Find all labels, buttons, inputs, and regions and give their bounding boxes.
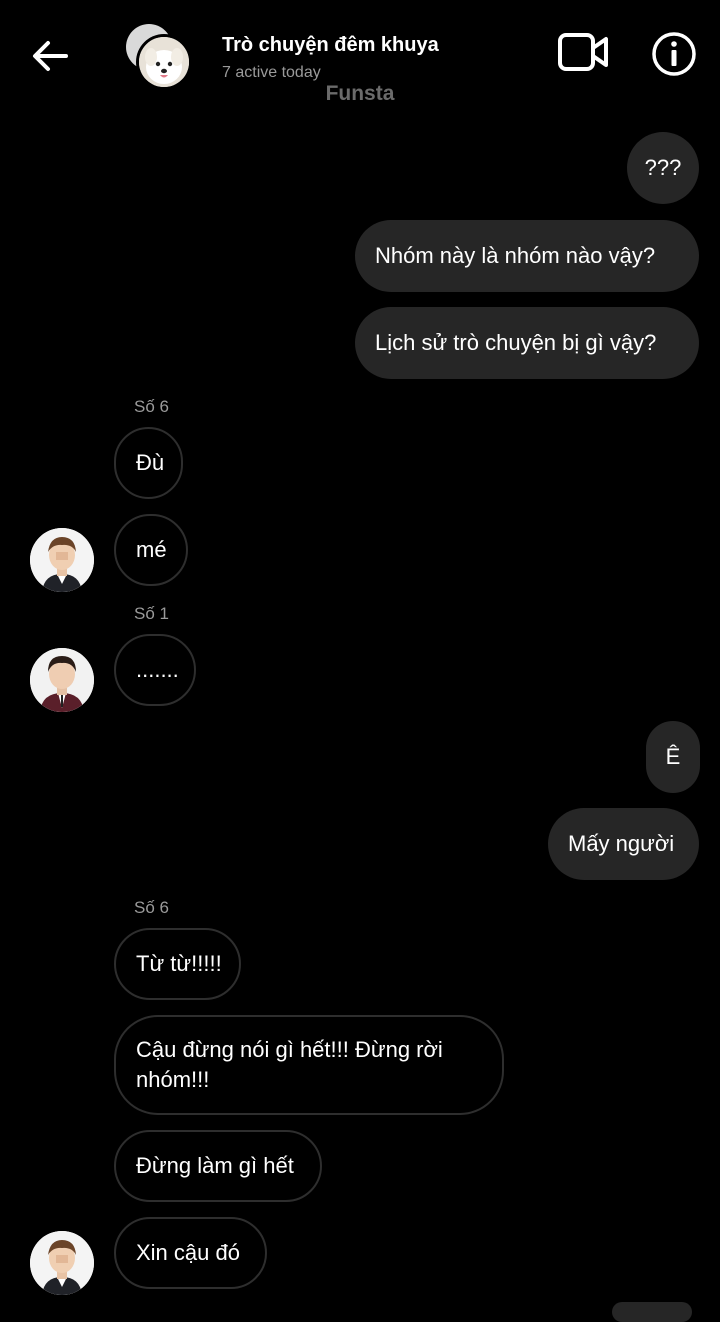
avatar[interactable] — [30, 1231, 94, 1295]
app-watermark: Funsta — [325, 82, 395, 105]
dog-avatar-image — [139, 37, 189, 87]
arrow-left-icon — [33, 41, 68, 71]
info-button[interactable] — [650, 30, 698, 78]
video-call-button[interactable] — [556, 30, 612, 76]
chat-header: Trò chuyện đêm khuya 7 active today Funs… — [0, 0, 720, 110]
sender-name: Số 6 — [134, 898, 169, 917]
person-avatar-image — [30, 648, 94, 712]
video-camera-icon — [558, 33, 608, 71]
message-incoming[interactable]: Xin cậu đó — [114, 1217, 267, 1289]
avatar[interactable] — [30, 528, 94, 592]
back-button[interactable] — [28, 34, 72, 78]
chat-title[interactable]: Trò chuyện đêm khuya — [222, 34, 439, 57]
message-incoming[interactable]: ....... — [114, 634, 196, 706]
message-outgoing[interactable]: ??? — [627, 132, 699, 204]
message-outgoing[interactable]: Ê — [646, 721, 700, 793]
sender-name: Số 1 — [134, 604, 169, 623]
person-avatar-image — [30, 528, 94, 592]
active-status: 7 active today — [222, 64, 321, 81]
message-incoming[interactable]: Đù — [114, 427, 183, 499]
message-outgoing[interactable]: Mấy người — [548, 808, 699, 880]
message-incoming[interactable]: Đừng làm gì hết — [114, 1130, 322, 1202]
message-incoming[interactable]: mé — [114, 514, 188, 586]
message-outgoing[interactable]: Nhóm này là nhóm nào vậy? — [355, 220, 699, 292]
info-icon — [652, 32, 696, 76]
message-outgoing-partial[interactable] — [612, 1302, 692, 1322]
person-avatar-image — [30, 1231, 94, 1295]
avatar[interactable] — [30, 648, 94, 712]
sender-name: Số 6 — [134, 397, 169, 416]
message-outgoing[interactable]: Lịch sử trò chuyện bị gì vậy? — [355, 307, 699, 379]
message-incoming[interactable]: Từ từ!!!!! — [114, 928, 241, 1000]
message-incoming[interactable]: Cậu đừng nói gì hết!!! Đừng rời nhóm!!! — [114, 1015, 504, 1115]
